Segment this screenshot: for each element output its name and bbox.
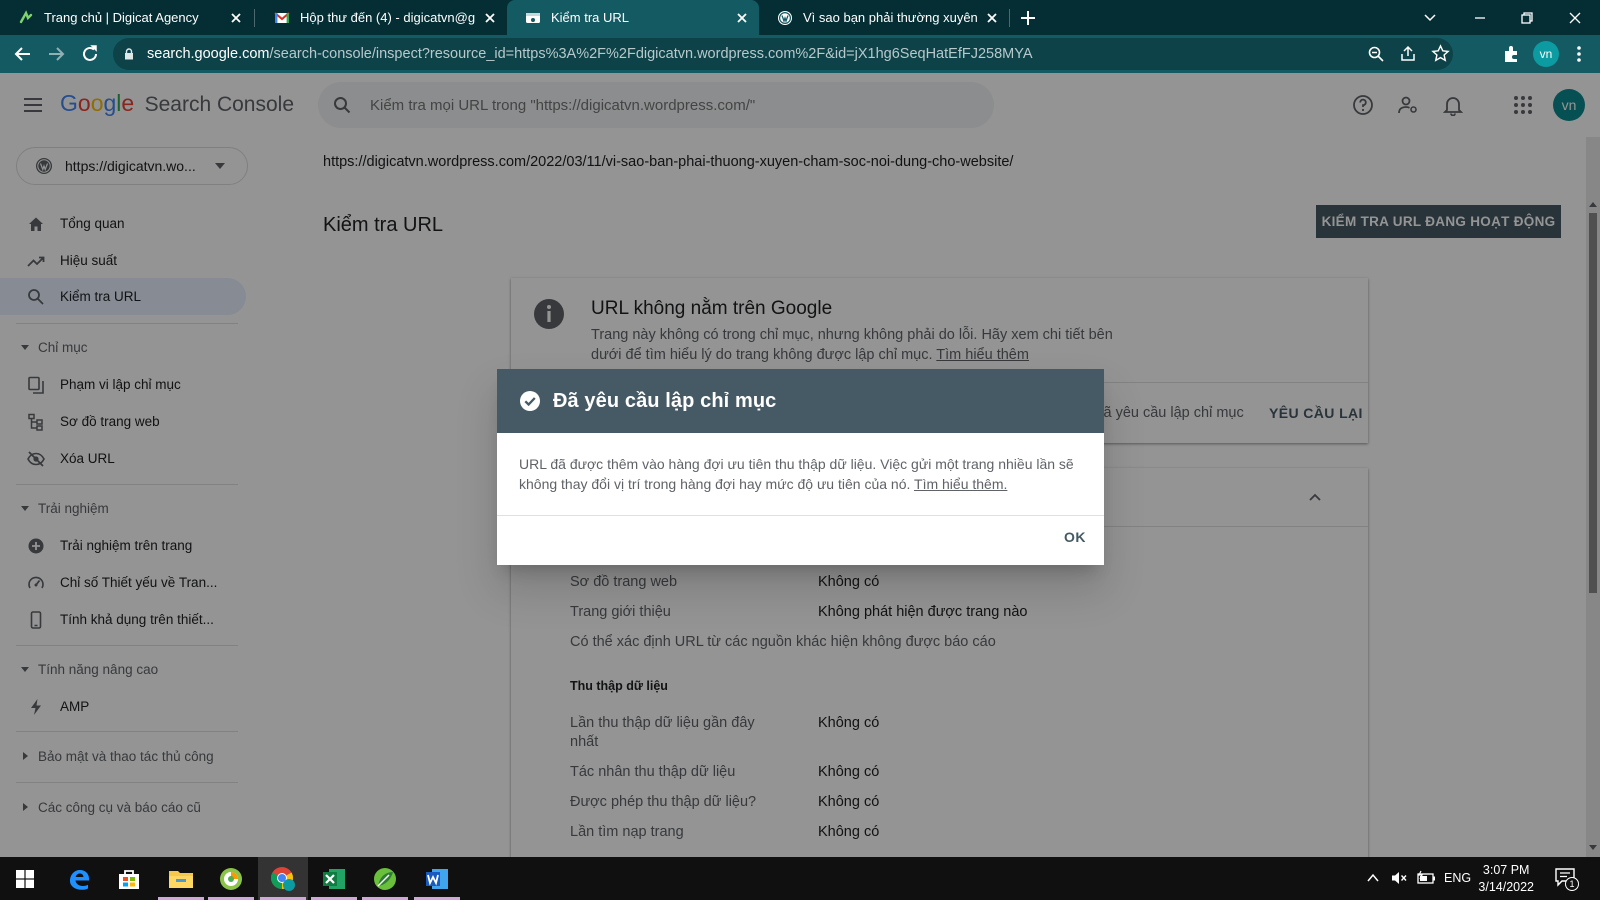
browser-tab-strip: Trang chủ | Digicat Agency Hộp thư đến (… <box>0 0 1600 35</box>
taskbar-chrome[interactable] <box>258 857 308 900</box>
browser-toolbar: search.google.com/search-console/inspect… <box>0 35 1600 73</box>
tab-separator <box>254 9 255 27</box>
input-language[interactable]: ENG <box>1444 871 1471 885</box>
taskbar-excel[interactable] <box>309 857 359 900</box>
check-circle-icon <box>520 391 540 411</box>
app-green-icon <box>220 867 242 890</box>
restore-icon[interactable] <box>1519 10 1535 26</box>
action-center-button[interactable]: 1 <box>1554 867 1580 891</box>
indexing-requested-dialog: Đã yêu cầu lập chỉ mục URL đã được thêm … <box>497 369 1104 565</box>
url-text: search.google.com/search-console/inspect… <box>147 46 1033 62</box>
volume-muted-icon[interactable] <box>1390 870 1408 886</box>
reload-icon[interactable] <box>79 43 101 65</box>
back-arrow-icon[interactable] <box>12 43 34 65</box>
tab-title: Hộp thư đến (4) - digicatvn@gm <box>300 10 475 25</box>
battery-charging-icon[interactable] <box>1416 870 1436 886</box>
taskbar-file-explorer[interactable] <box>156 857 206 900</box>
address-bar[interactable]: search.google.com/search-console/inspect… <box>113 38 1453 70</box>
tab-title: Trang chủ | Digicat Agency <box>44 10 199 25</box>
dialog-divider <box>497 515 1104 516</box>
dialog-header: Đã yêu cầu lập chỉ mục <box>497 369 1104 433</box>
edge-icon <box>70 869 89 890</box>
bookmark-star-icon[interactable] <box>1431 44 1450 63</box>
clock-date: 3/14/2022 <box>1478 880 1534 894</box>
clock-time: 3:07 PM <box>1482 863 1530 877</box>
system-clock[interactable]: 3:07 PM 3/14/2022 <box>1478 862 1534 896</box>
tab-title: Vì sao bạn phải thường xuyên ch <box>803 10 977 25</box>
tab-digicat[interactable]: Trang chủ | Digicat Agency <box>0 0 253 35</box>
close-tab-icon[interactable] <box>227 9 245 27</box>
forward-arrow-icon[interactable] <box>45 43 67 65</box>
show-hidden-icons-chevron-icon[interactable] <box>1366 872 1380 884</box>
url-host: search.google.com <box>147 46 270 62</box>
tab-gmail[interactable]: Hộp thư đến (4) - digicatvn@gm <box>256 0 507 35</box>
app-leaf-icon <box>374 867 396 890</box>
taskbar-app-green[interactable] <box>206 857 256 900</box>
minimize-icon[interactable] <box>1472 10 1488 26</box>
file-explorer-icon <box>169 870 193 888</box>
tab-search-chevron-icon[interactable] <box>1422 10 1438 26</box>
search-console-favicon-icon <box>526 12 540 23</box>
new-tab-icon[interactable] <box>1018 8 1038 28</box>
tab-kiem-tra-url[interactable]: Kiểm tra URL <box>507 0 759 35</box>
dialog-title: Đã yêu cầu lập chỉ mục <box>553 389 777 412</box>
gmail-icon <box>274 11 290 23</box>
excel-icon <box>323 868 345 889</box>
ok-button[interactable]: OK <box>1064 529 1086 545</box>
taskbar-app-leaf[interactable] <box>360 857 410 900</box>
windows-start-icon <box>16 869 34 888</box>
tab-separator <box>1009 9 1010 27</box>
close-tab-icon[interactable] <box>733 9 751 27</box>
word-icon <box>426 868 448 889</box>
digicat-favicon-icon <box>19 9 33 23</box>
taskbar-word[interactable] <box>412 857 462 900</box>
windows-taskbar: ENG 3:07 PM 3/14/2022 1 <box>0 857 1600 900</box>
lock-icon[interactable] <box>123 48 135 60</box>
zoom-icon[interactable] <box>1367 45 1385 63</box>
close-window-icon[interactable] <box>1567 10 1583 26</box>
extensions-puzzle-icon[interactable] <box>1501 43 1523 65</box>
notification-count-badge: 1 <box>1565 877 1579 891</box>
share-icon[interactable] <box>1399 45 1417 63</box>
chrome-icon <box>271 866 295 891</box>
browser-profile-avatar[interactable]: vn <box>1533 41 1559 67</box>
store-icon <box>119 869 139 889</box>
dialog-body: URL đã được thêm vào hàng đợi ưu tiên th… <box>519 455 1085 494</box>
wordpress-favicon-icon <box>778 10 792 25</box>
taskbar-edge[interactable] <box>54 857 104 900</box>
close-tab-icon[interactable] <box>481 9 499 27</box>
dialog-learn-more-link[interactable]: Tìm hiểu thêm. <box>914 476 1007 492</box>
tab-title: Kiểm tra URL <box>551 10 630 25</box>
close-tab-icon[interactable] <box>983 9 1001 27</box>
url-path: /search-console/inspect?resource_id=http… <box>269 46 1033 62</box>
windows-start-button[interactable] <box>0 857 50 900</box>
taskbar-store[interactable] <box>104 857 154 900</box>
tab-wordpress-post[interactable]: Vì sao bạn phải thường xuyên ch <box>759 0 1009 35</box>
browser-menu-icon[interactable] <box>1568 43 1590 65</box>
